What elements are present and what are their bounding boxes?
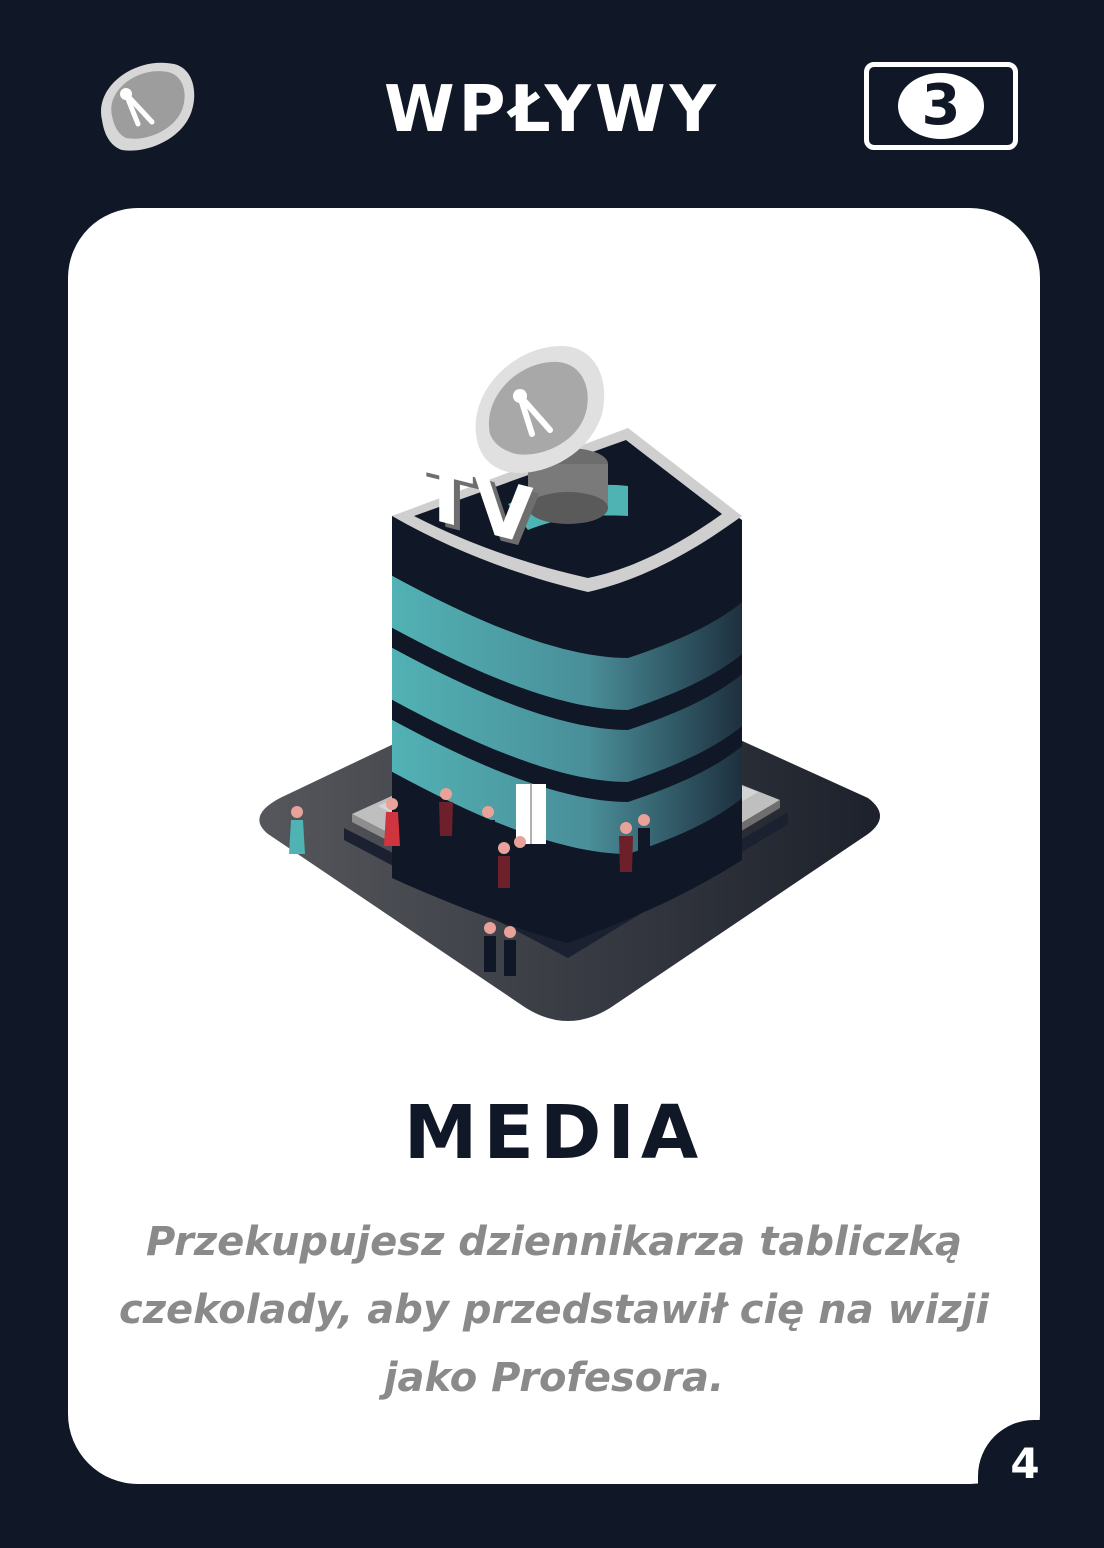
card-body: TV TV MEDIA Przekupujesz dziennikarza ta… — [68, 208, 1040, 1484]
tv-tower-illustration: TV TV — [259, 345, 880, 1021]
card-description: Przekupujesz dziennikarza tabliczką czek… — [119, 1219, 989, 1401]
satellite-dish-icon — [101, 62, 195, 151]
page-number: 4 — [1010, 1439, 1040, 1488]
category-title: WPŁYWY — [384, 73, 720, 147]
card-name: MEDIA — [403, 1090, 705, 1176]
card-header: WPŁYWY 3 — [0, 0, 1104, 200]
cost-value: 3 — [898, 73, 984, 139]
cost-badge: 3 — [864, 62, 1018, 150]
